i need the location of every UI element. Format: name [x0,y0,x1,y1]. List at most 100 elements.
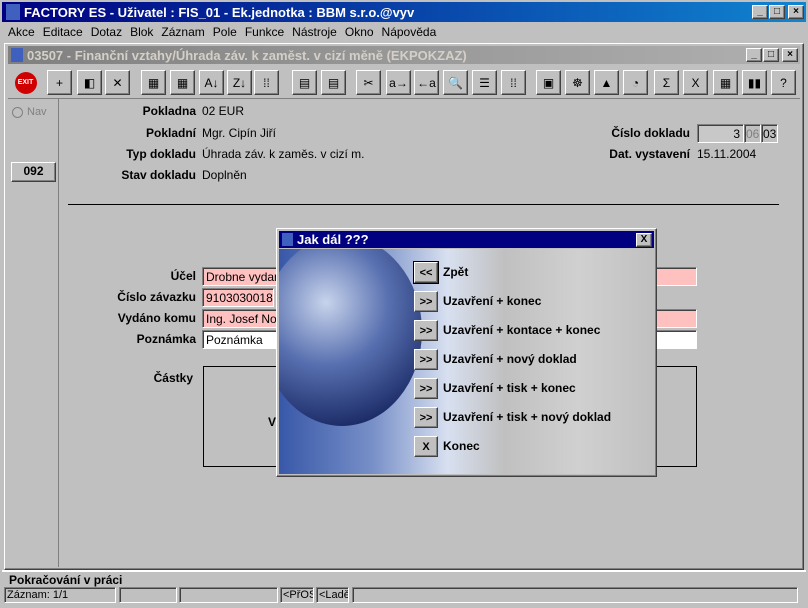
globe-image [279,249,422,426]
maximize-button[interactable]: □ [769,5,785,19]
menu-napoveda[interactable]: Nápověda [382,25,437,39]
divider [68,204,779,205]
copy-icon: a→ [389,75,408,90]
menu-blok[interactable]: Blok [130,25,153,39]
delete-record-button[interactable]: ✕ [105,70,130,95]
save-button[interactable]: ◧ [77,70,102,95]
clock-button[interactable]: ◔ [623,70,648,95]
exit-button[interactable]: EXIT [13,70,38,95]
castky-label: Částky [153,371,193,385]
cislo-zavazku-label: Číslo závazku [117,290,196,304]
dialog-option-button[interactable]: << [413,261,439,284]
child-minimize-button[interactable]: _ [746,48,762,62]
dialog-close-button[interactable]: X [636,232,652,247]
query-button[interactable]: ▦ [141,70,166,95]
dialog-option-label[interactable]: Konec [443,439,480,453]
dialog-option-label[interactable]: Uzavření + konec [443,294,541,308]
poznamka-label: Poznámka [136,332,196,346]
sort-multi-button[interactable]: ⁞⁞ [254,70,279,95]
add-record-icon: + [55,75,63,90]
ucel-label: Účel [170,269,196,283]
find-button[interactable]: 🔍 [443,70,468,95]
sort-multi-icon: ⁞⁞ [263,75,270,90]
menu-editace[interactable]: Editace [43,25,83,39]
dialog-option-label[interactable]: Zpět [443,265,468,279]
child-maximize-button[interactable]: □ [763,48,779,62]
typ-dokladu-value: Úhrada záv. k zaměs. v cizí m. [202,147,365,161]
delete-record-icon: ✕ [112,75,123,90]
minimize-button[interactable]: _ [752,5,768,19]
dialog-option-label[interactable]: Uzavření + tisk + nový doklad [443,410,611,424]
exit-icon: EXIT [14,71,37,94]
cut-button[interactable]: ✂ [356,70,381,95]
triangle-button[interactable]: ▲ [594,70,619,95]
menu-okno[interactable]: Okno [345,25,374,39]
app-title-bar: FACTORY ES - Uživatel : FIS_01 - Ek.jedn… [2,2,806,22]
dialog-option-label[interactable]: Uzavření + tisk + konec [443,381,576,395]
close-button[interactable]: × [788,5,804,19]
child-close-button[interactable]: × [782,48,798,62]
sum-icon: Σ [662,75,671,90]
excel-button[interactable]: X [683,70,708,95]
dialog-option-button[interactable]: >> [414,349,438,370]
columns-button[interactable]: ⁞⁞ [501,70,526,95]
cut-icon: ✂ [363,75,374,90]
menu-pole[interactable]: Pole [213,25,237,39]
menu-zaznam[interactable]: Záznam [161,25,204,39]
paste-button[interactable]: ←a [414,70,439,95]
dialog-option-label[interactable]: Uzavření + nový doklad [443,352,577,366]
dialog-option-button[interactable]: >> [414,291,438,312]
dialog-icon [282,233,293,246]
wheel-button[interactable]: ☸ [565,70,590,95]
pokladna-value: 02 EUR [202,104,245,118]
sort-desc-button[interactable]: Z↓ [227,70,252,95]
cislo-dokladu-label: Číslo dokladu [611,126,690,140]
list-icon: ☰ [479,75,490,90]
triangle-icon: ▲ [600,75,613,90]
dialog-option-button[interactable]: >> [414,320,438,341]
calculator-button[interactable]: ▦ [713,70,738,95]
form-button[interactable]: ▣ [536,70,561,95]
list-button[interactable]: ☰ [472,70,497,95]
copy-button[interactable]: a→ [386,70,411,95]
stav-dokladu-value: Doplněn [202,168,247,182]
menu-funkce[interactable]: Funkce [245,25,284,39]
sort-asc-button[interactable]: A↓ [199,70,224,95]
dialog-title-bar: Jak dál ??? X [279,231,654,248]
menu-nastroje[interactable]: Nástroje [292,25,337,39]
paste-icon: ←a [417,75,436,90]
help-icon: ? [780,75,787,90]
window-icon: ▮▮ [747,75,762,90]
execute-query-icon: ▦ [176,75,189,90]
datum-label: Dat. vystavení [609,147,690,161]
status-cell-3 [179,587,278,603]
typ-dokladu-label: Typ dokladu [126,147,196,161]
cislo-dokladu-year[interactable]: 03 [761,124,778,143]
help-button[interactable]: ? [771,70,796,95]
status-record: Záznam: 1/1 [4,587,116,603]
pokladni-value: Mgr. Cipín Jiří [202,126,277,140]
print-button[interactable]: ▤ [292,70,317,95]
dialog-option-label[interactable]: Uzavření + kontace + konec [443,323,600,337]
app-title: FACTORY ES - Uživatel : FIS_01 - Ek.jedn… [24,4,415,20]
sum-button[interactable]: Σ [654,70,679,95]
app-icon [6,4,20,20]
print-preview-icon: ▤ [327,75,340,90]
child-title-bar: 03507 - Finanční vztahy/Úhrada záv. k za… [8,46,800,64]
castky-partial-text: V [268,415,277,429]
dialog-option-button[interactable]: >> [414,378,438,399]
cislo-zavazku-input[interactable]: 9103030018 [202,288,274,307]
window-button[interactable]: ▮▮ [742,70,767,95]
print-preview-button[interactable]: ▤ [321,70,346,95]
find-icon: 🔍 [448,75,463,90]
execute-query-button[interactable]: ▦ [170,70,195,95]
save-icon: ◧ [83,75,96,90]
menu-akce[interactable]: Akce [8,25,35,39]
add-record-button[interactable]: + [47,70,72,95]
dialog-option-button[interactable]: X [414,436,438,457]
dialog-option-button[interactable]: >> [414,407,438,428]
menu-dotaz[interactable]: Dotaz [91,25,122,39]
cislo-dokladu-number[interactable]: 3 [697,124,744,143]
dialog-title: Jak dál ??? [297,232,369,247]
cislo-dokladu-month[interactable]: 06 [744,124,761,143]
